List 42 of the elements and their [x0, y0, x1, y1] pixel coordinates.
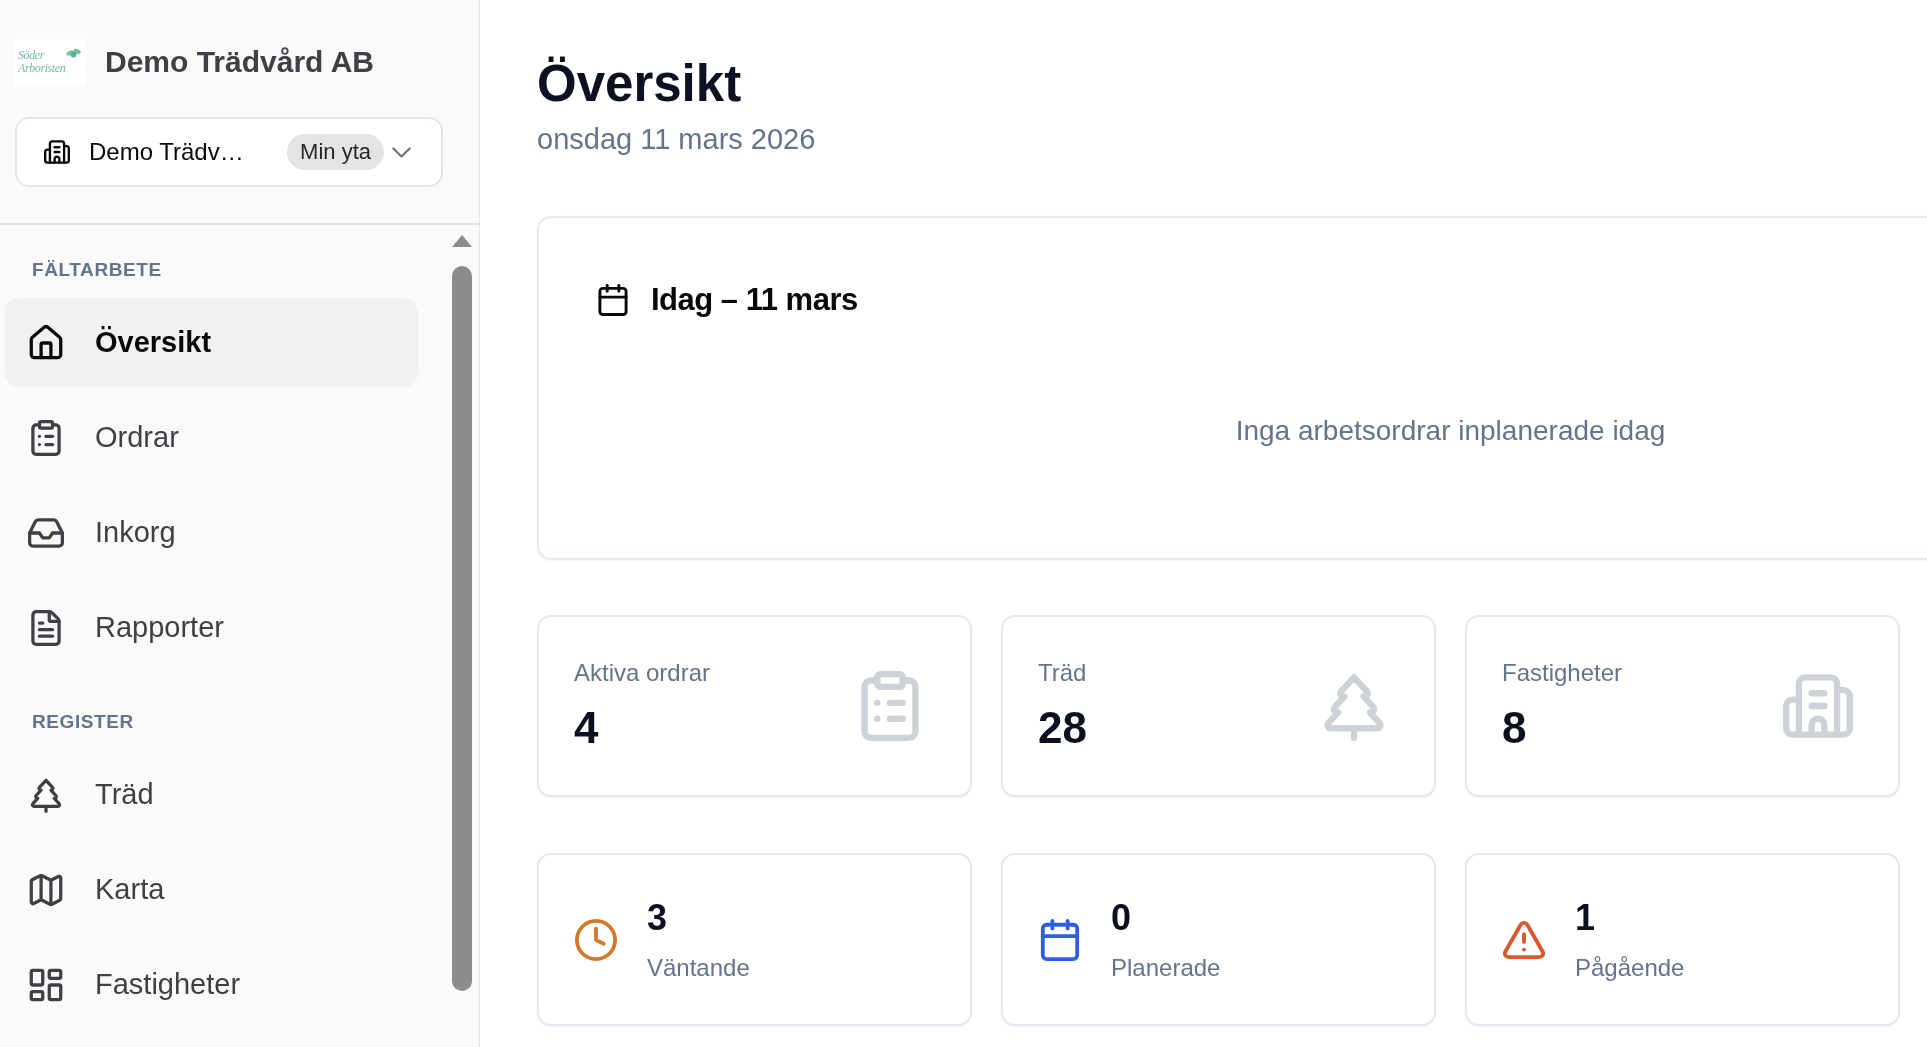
buildings-icon [1783, 671, 1853, 741]
nav-item[interactable]: Fastigheter [5, 940, 418, 1029]
nav-item[interactable]: Översikt [5, 298, 418, 387]
section-heading: FÄLTARBETE [32, 258, 162, 282]
calendar-icon [597, 284, 629, 316]
scrollbar-thumb[interactable] [452, 266, 472, 991]
company-name: Demo Trädvård AB [105, 45, 374, 79]
status-label: Väntande [647, 953, 750, 983]
stat-label: Fastigheter [1502, 658, 1623, 688]
clipboard-list-icon [28, 419, 64, 456]
section-heading: REGISTER [32, 710, 134, 734]
empty-message: Inga arbetsordrar inplanerade idag [1235, 415, 1666, 447]
map-icon [28, 871, 64, 908]
stat-value: 28 [1038, 702, 1087, 754]
logo-text: Söder Arboristen [18, 49, 66, 75]
pine-tree-icon [28, 776, 64, 813]
workspace-selector[interactable]: Demo Trädv… Min yta [15, 117, 443, 187]
page-date: onsdag 11 mars 2026 [537, 122, 816, 157]
document-icon [28, 609, 64, 646]
layout-grid-icon [28, 966, 64, 1003]
nav-item[interactable]: Inkorg [5, 488, 418, 577]
nav-item[interactable]: Rapporter [5, 583, 418, 672]
workspace-tag: Min yta [287, 134, 384, 170]
chevron-down-icon [392, 146, 411, 158]
status-count: 3 [647, 896, 668, 940]
stat-label: Aktiva ordrar [574, 658, 711, 688]
status-label: Pågående [1575, 953, 1685, 983]
status-count: 1 [1575, 896, 1596, 940]
stat-value: 8 [1502, 702, 1527, 754]
stat-label: Träd [1038, 658, 1087, 688]
stat-value: 4 [574, 702, 599, 754]
nav-item[interactable]: Träd [5, 750, 418, 839]
leaves-icon [66, 47, 82, 58]
nav-item[interactable]: Ordrar [5, 393, 418, 482]
scroll-up-arrow-icon[interactable] [452, 235, 472, 247]
card-title: Idag – 11 mars [651, 282, 858, 318]
status-label: Planerade [1111, 953, 1221, 983]
home-icon [28, 324, 64, 361]
status-count: 0 [1111, 896, 1132, 940]
buildings-icon [44, 139, 70, 165]
page-title: Översikt [537, 54, 742, 114]
nav-item[interactable]: Karta [5, 845, 418, 934]
